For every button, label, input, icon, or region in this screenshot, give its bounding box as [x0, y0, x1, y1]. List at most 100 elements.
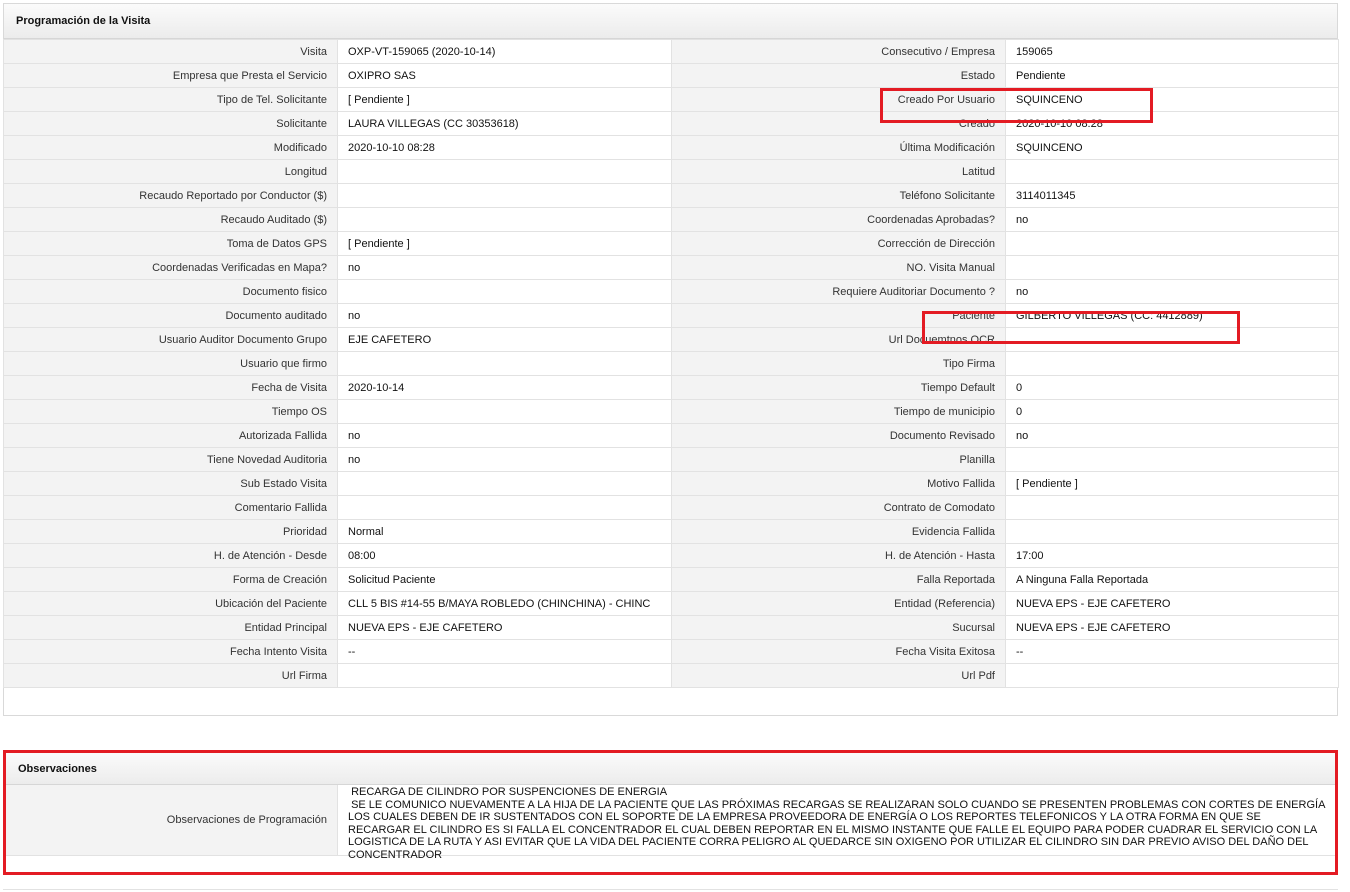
field-label: Modificado — [3, 135, 338, 160]
field-value — [337, 279, 672, 304]
field-label: Prioridad — [3, 519, 338, 544]
table-row: Autorizada Fallida no Documento Revisado … — [3, 423, 1339, 448]
field-label: Creado Por Usuario — [671, 87, 1006, 112]
field-value — [1005, 255, 1339, 280]
field-value: [ Pendiente ] — [337, 87, 672, 112]
field-value — [1005, 519, 1339, 544]
table-row: Ubicación del Paciente CLL 5 BIS #14-55 B… — [3, 591, 1339, 616]
field-label: Sub Estado Visita — [3, 471, 338, 496]
field-label: Contrato de Comodato — [671, 495, 1006, 520]
field-label: Empresa que Presta el Servicio — [3, 63, 338, 88]
table-row: Coordenadas Verificadas en Mapa? no NO. V… — [3, 255, 1339, 280]
field-label: Coordenadas Aprobadas? — [671, 207, 1006, 232]
field-value: 159065 — [1005, 39, 1339, 64]
field-label: Documento Revisado — [671, 423, 1006, 448]
field-label: H. de Atención - Hasta — [671, 543, 1006, 568]
field-value: no — [1005, 279, 1339, 304]
field-label: NO. Visita Manual — [671, 255, 1006, 280]
field-label: Url Firma — [3, 663, 338, 688]
field-value — [1005, 447, 1339, 472]
field-value: -- — [337, 639, 672, 664]
field-label: Corrección de Dirección — [671, 231, 1006, 256]
field-label: Tiene Novedad Auditoria — [3, 447, 338, 472]
field-value: 0 — [1005, 399, 1339, 424]
field-label: Última Modificación — [671, 135, 1006, 160]
observations-label: Observaciones de Programación — [6, 785, 338, 855]
field-label: Autorizada Fallida — [3, 423, 338, 448]
field-label: Paciente — [671, 303, 1006, 328]
field-value: no — [1005, 207, 1339, 232]
field-label: Coordenadas Verificadas en Mapa? — [3, 255, 338, 280]
field-label: Forma de Creación — [3, 567, 338, 592]
divider — [3, 889, 1338, 890]
field-value — [1005, 495, 1339, 520]
field-value: 3114011345 — [1005, 183, 1339, 208]
table-row: Url Firma Url Pdf — [3, 663, 1339, 688]
field-label: Usuario Auditor Documento Grupo — [3, 327, 338, 352]
field-label: Tiempo OS — [3, 399, 338, 424]
field-label: Evidencia Fallida — [671, 519, 1006, 544]
field-label: Tiempo Default — [671, 375, 1006, 400]
table-row: Modificado 2020-10-10 08:28 Última Modific… — [3, 135, 1339, 160]
field-label: Documento fisico — [3, 279, 338, 304]
field-label: Url Pdf — [671, 663, 1006, 688]
field-label: Fecha Visita Exitosa — [671, 639, 1006, 664]
table-row: Sub Estado Visita Motivo Fallida[ Pendien… — [3, 471, 1339, 496]
visit-schedule-panel: Programación de la Visita Visita OXP-VT-1… — [3, 3, 1339, 716]
field-value: no — [337, 423, 672, 448]
field-value: OXP-VT-159065 (2020-10-14) — [337, 39, 672, 64]
field-label: Falla Reportada — [671, 567, 1006, 592]
field-label: Motivo Fallida — [671, 471, 1006, 496]
field-label: Tipo Firma — [671, 351, 1006, 376]
field-value: no — [337, 303, 672, 328]
table-row: Entidad Principal NUEVA EPS - EJE CAFETER… — [3, 615, 1339, 640]
field-value — [337, 207, 672, 232]
table-row: Toma de Datos GPS[ Pendiente ] Corrección… — [3, 231, 1339, 256]
field-label: Latitud — [671, 159, 1006, 184]
field-value: NUEVA EPS - EJE CAFETERO — [1005, 591, 1339, 616]
observations-panel: Observaciones Observaciones de Programac… — [3, 750, 1338, 875]
field-value: no — [337, 255, 672, 280]
field-value: 2020-10-10 08:28 — [1005, 111, 1339, 136]
field-value: 08:00 — [337, 543, 672, 568]
field-value: SQUINCENO — [1005, 87, 1339, 112]
field-label: Sucursal — [671, 615, 1006, 640]
field-value: 0 — [1005, 375, 1339, 400]
field-label: H. de Atención - Desde — [3, 543, 338, 568]
field-label: Toma de Datos GPS — [3, 231, 338, 256]
field-label: Documento auditado — [3, 303, 338, 328]
field-value — [337, 159, 672, 184]
observations-label-text: Observaciones de Programación — [166, 814, 327, 826]
table-row: Comentario Fallida Contrato de Comodato — [3, 495, 1339, 520]
field-value: Solicitud Paciente — [337, 567, 672, 592]
field-value — [337, 495, 672, 520]
field-label: Ubicación del Paciente — [3, 591, 338, 616]
field-value: CLL 5 BIS #14-55 B/MAYA ROBLEDO (CHINCHI… — [337, 591, 672, 616]
table-row: Documento auditado no Paciente GILBERTO VI… — [3, 303, 1339, 328]
field-label: Tipo de Tel. Solicitante — [3, 87, 338, 112]
field-value — [337, 351, 672, 376]
field-label: Solicitante — [3, 111, 338, 136]
field-label: Planilla — [671, 447, 1006, 472]
observations-text: RECARGA DE CILINDRO POR SUSPENCIONES DE … — [348, 786, 1325, 861]
field-value: 2020-10-14 — [337, 375, 672, 400]
field-label: Consecutivo / Empresa — [671, 39, 1006, 64]
field-label: Visita — [3, 39, 338, 64]
table-row: Empresa que Presta el Servicio OXIPRO SAS… — [3, 63, 1339, 88]
field-label: Tiempo de municipio — [671, 399, 1006, 424]
field-label: Usuario que firmo — [3, 351, 338, 376]
section-title: Programación de la Visita — [4, 4, 1337, 39]
field-label: Estado — [671, 63, 1006, 88]
table-row: Recaudo Reportado por Conductor ($) Teléf… — [3, 183, 1339, 208]
field-value — [337, 183, 672, 208]
field-value — [1005, 231, 1339, 256]
field-value — [337, 471, 672, 496]
field-value: 17:00 — [1005, 543, 1339, 568]
table-row: Fecha Intento Visita -- Fecha Visita Exit… — [3, 639, 1339, 664]
observations-title: Observaciones — [6, 753, 1335, 785]
field-label: Recaudo Auditado ($) — [3, 207, 338, 232]
table-row: Forma de Creación Solicitud Paciente Falla… — [3, 567, 1339, 592]
visit-details-table: Visita OXP-VT-159065 (2020-10-14) Consecut… — [3, 39, 1339, 688]
field-value — [1005, 159, 1339, 184]
field-value — [337, 399, 672, 424]
